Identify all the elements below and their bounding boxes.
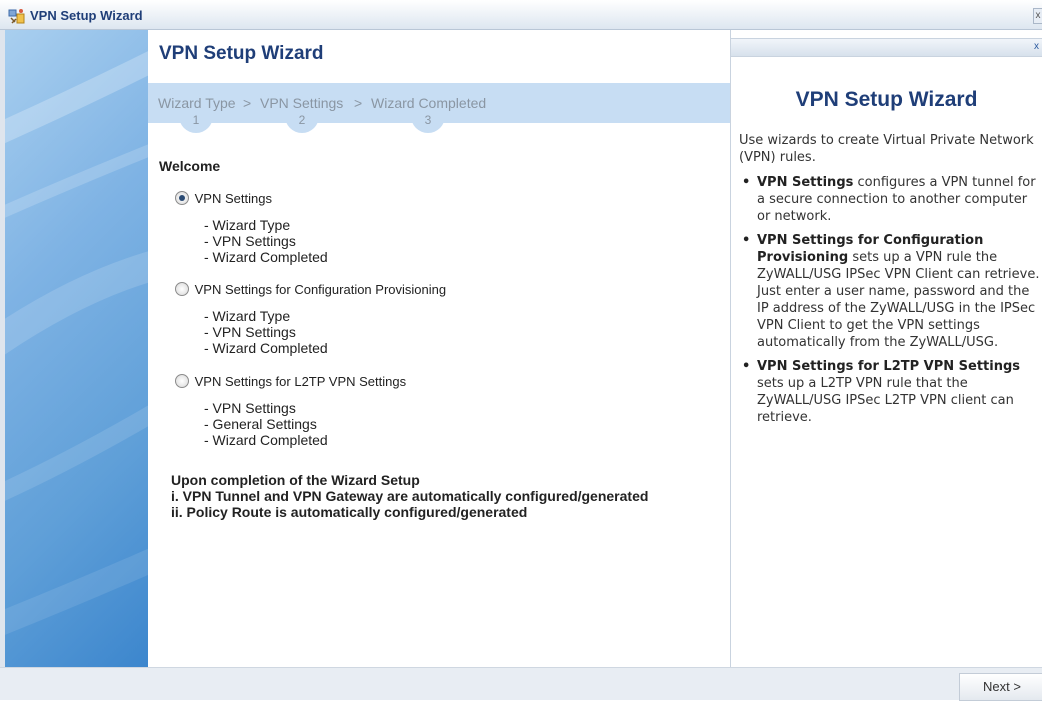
step-separator: > [243,95,252,111]
option-label: VPN Settings for L2TP VPN Settings [194,374,407,389]
wizard-footer: Next > [0,667,1042,701]
completion-line: i. VPN Tunnel and VPN Gateway are automa… [171,488,649,504]
welcome-heading: Welcome [159,158,221,174]
help-bullet-text: sets up a L2TP VPN rule that the ZyWALL/… [757,376,1014,425]
option-l2tp-vpn-settings[interactable]: VPN Settings for L2TP VPN Settings [175,374,406,389]
option-sub-item: - Wizard Type [204,308,291,324]
window-close-button[interactable]: x [1033,8,1042,24]
step-number-text: 3 [424,113,432,127]
radio-button[interactable] [175,282,189,296]
option-sub-item: - Wizard Type [204,217,291,233]
radio-button[interactable] [175,191,189,205]
step-label-vpn-settings: VPN Settings [260,95,344,111]
step-label-wizard-type: Wizard Type [158,95,236,111]
option-config-provisioning[interactable]: VPN Settings for Configuration Provision… [175,282,446,297]
help-close-button[interactable]: x [1034,40,1042,54]
help-intro: Use wizards to create Virtual Private Ne… [739,133,1034,165]
page-title: VPN Setup Wizard [159,43,324,64]
option-sub-item: - Wizard Completed [204,432,328,448]
help-bullet-text: sets up a VPN rule the ZyWALL/USG IPSec … [757,250,1040,350]
help-bullet: VPN Settings for L2TP VPN Settings sets … [739,358,1042,426]
next-button[interactable]: Next > [959,673,1042,701]
option-sub-item: - VPN Settings [204,400,296,416]
step-number-2: 2 [285,113,319,133]
step-number-text: 2 [298,113,306,127]
step-separator: > [354,95,363,111]
option-label: VPN Settings [194,191,272,206]
option-sub-item: - General Settings [204,416,317,432]
option-vpn-settings[interactable]: VPN Settings [175,191,272,206]
close-icon: x [1035,10,1041,21]
banner-streaks-icon [5,51,148,635]
help-title: VPN Setup Wizard [795,88,978,111]
option-label: VPN Settings for Configuration Provision… [194,282,447,297]
option-sub-item: - VPN Settings [204,324,296,340]
option-sub-item: - Wizard Completed [204,249,328,265]
window-titlebar: VPN Setup Wizard x [0,0,1042,30]
step-number-3: 3 [411,113,445,133]
help-panel-header: x [731,38,1042,57]
wizard-tools-icon [8,8,26,25]
window-title: VPN Setup Wizard [30,8,143,23]
help-bullet-term: VPN Settings [757,175,854,190]
completion-line: ii. Policy Route is automatically config… [171,504,528,520]
option-sub-item: - Wizard Completed [204,340,328,356]
help-bullet: VPN Settings configures a VPN tunnel for… [739,174,1042,225]
step-label-wizard-completed: Wizard Completed [371,95,487,111]
wizard-side-banner [5,30,148,667]
help-bullet: VPN Settings for Configuration Provision… [739,232,1042,351]
help-bullet-term: VPN Settings for L2TP VPN Settings [757,359,1021,374]
help-panel: x VPN Setup Wizard Use wizards to create… [730,30,1042,667]
option-sub-item: - VPN Settings [204,233,296,249]
step-number-text: 1 [192,113,200,127]
completion-heading: Upon completion of the Wizard Setup [171,472,420,488]
help-bullet-list: VPN Settings configures a VPN tunnel for… [739,174,1042,426]
radio-button[interactable] [175,374,189,388]
step-number-1: 1 [179,113,213,133]
wizard-main-panel: VPN Setup Wizard Wizard Type > VPN Setti… [148,30,730,667]
help-body: Use wizards to create Virtual Private Ne… [739,132,1042,433]
